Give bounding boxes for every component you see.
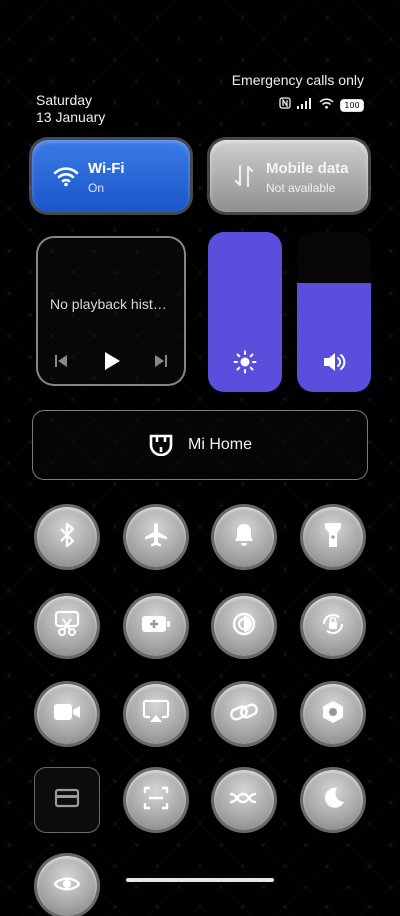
mi-home-label: Mi Home [187,436,252,453]
brightness-icon [208,350,282,374]
play-icon[interactable] [100,350,122,377]
dark-mode-toggle[interactable] [214,596,274,656]
wifi-icon [52,162,80,190]
scanner-toggle[interactable] [126,770,186,830]
mi-home-icon [148,430,174,461]
status-bar-right: Emergency calls only 100 [232,72,364,112]
reading-mode-toggle[interactable] [303,770,363,830]
volume-icon [297,350,371,374]
signal-icon [297,96,313,114]
battery-saver-toggle[interactable] [126,596,186,656]
carrier-label: Emergency calls only [231,72,364,88]
scissors-icon [54,610,80,643]
bluetooth-icon [55,522,79,553]
airplane-icon [142,521,170,554]
media-player-tile[interactable]: No playback hist… [36,236,186,386]
card-icon [54,788,80,813]
screenshot-toggle[interactable] [37,596,97,656]
cast-icon [142,699,170,730]
mobile-data-tile[interactable]: Mobile data Not available [210,140,368,212]
previous-track-icon[interactable] [53,353,69,374]
eye-icon [53,874,81,899]
rotation-lock-icon [319,610,347,643]
cards-toggle[interactable] [34,767,100,833]
rotation-lock-toggle[interactable] [303,596,363,656]
hexagon-icon [320,699,346,730]
data-saver-toggle[interactable] [214,770,274,830]
mobile-data-icon [230,162,258,190]
media-status-text: No playback hist… [50,296,167,312]
flashlight-icon [323,521,343,554]
media-controls [38,350,184,377]
eye-comfort-toggle[interactable] [37,856,97,916]
scan-icon [143,785,169,816]
volume-fill [297,283,371,392]
flashlight-toggle[interactable] [303,507,363,567]
airplane-mode-toggle[interactable] [126,507,186,567]
wifi-subtitle: On [88,181,105,195]
mobile-data-title: Mobile data [266,160,349,177]
date-label: 13 January [36,109,106,125]
bluetooth-toggle[interactable] [37,507,97,567]
day-label: Saturday [36,92,93,108]
data-saver-icon [229,788,259,813]
mi-home-button[interactable]: Mi Home [32,410,368,480]
contrast-icon [231,611,257,642]
settings-toggle[interactable] [303,684,363,744]
sound-toggle[interactable] [214,507,274,567]
mobile-data-subtitle: Not available [266,181,336,195]
video-camera-icon [52,701,82,728]
wifi-title: Wi-Fi [88,160,125,177]
battery-plus-icon [141,614,171,639]
link-icon [229,699,259,730]
brightness-slider[interactable] [208,232,282,392]
nfc-icon [279,96,291,114]
cast-toggle[interactable] [126,684,186,744]
link-toggle[interactable] [214,684,274,744]
screen-recorder-toggle[interactable] [37,684,97,744]
status-date: Saturday 13 January [36,92,105,126]
wifi-tile[interactable]: Wi-Fi On [32,140,190,212]
status-icons: 100 [232,96,364,114]
wifi-status-icon [319,96,334,114]
battery-indicator: 100 [340,98,364,112]
next-track-icon[interactable] [153,353,169,374]
volume-slider[interactable] [297,232,371,392]
moon-icon [320,785,346,816]
home-indicator[interactable] [126,878,274,882]
bell-icon [232,522,256,553]
